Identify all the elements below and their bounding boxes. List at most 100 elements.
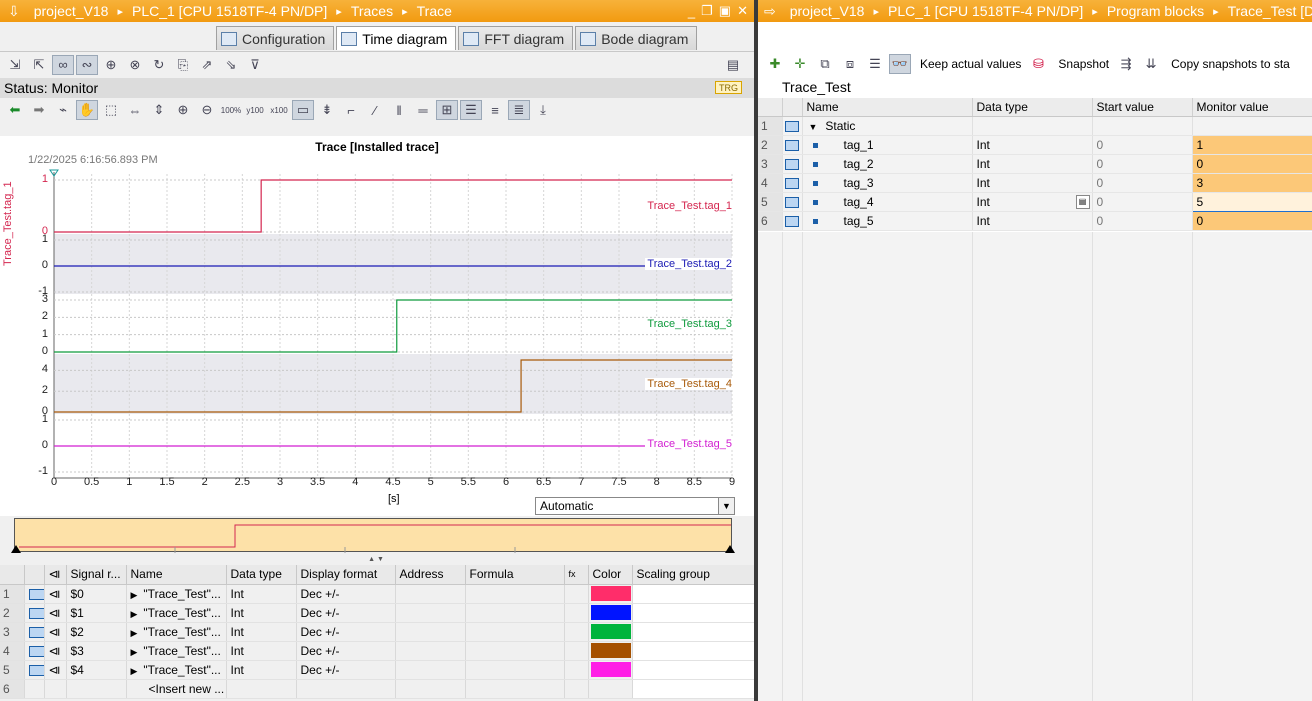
db-type-cell[interactable]: Int xyxy=(972,154,1093,174)
pin-icon[interactable]: ⇩ xyxy=(8,3,20,20)
db-monitor-cell[interactable]: 0 xyxy=(1192,154,1312,174)
expand-arrow-icon[interactable]: ▶ xyxy=(131,609,138,619)
zoom-h-icon[interactable]: ⇔ xyxy=(124,100,146,120)
col-monitor-value[interactable]: Monitor value xyxy=(1192,98,1312,117)
tab-bode-diagram[interactable]: Bode diagram xyxy=(575,26,698,50)
signal-cell[interactable]: $1 xyxy=(66,603,127,623)
snapshot-button[interactable]: Snapshot xyxy=(1058,57,1109,71)
signal-row[interactable]: 5 ⧏ $4 ▶ "Trace_Test"... Int Dec +/- xyxy=(0,660,754,680)
scaling-group-cell[interactable] xyxy=(632,584,754,604)
db-row-group[interactable]: 1 ▼ Static xyxy=(758,116,1312,136)
deactivate-recording-icon[interactable]: ⊗ xyxy=(124,55,146,75)
address-cell[interactable] xyxy=(395,641,466,661)
signal-cell[interactable]: $0 xyxy=(66,584,127,604)
zoom-v-icon[interactable]: ⇕ xyxy=(148,100,170,120)
color-cell[interactable] xyxy=(588,641,633,661)
db-row[interactable]: 4 tag_3 Int 0 3 xyxy=(758,173,1312,193)
address-cell[interactable] xyxy=(395,622,466,642)
splitter-grip[interactable]: ▲ ▼ xyxy=(346,556,406,563)
plot-area[interactable]: 0 0.5 1 1.5 2 2.5 3 3.5 4 4.5 5 5.5 6 6.5 7 7.5 8 8.5 9 1 0 T… xyxy=(0,136,754,516)
tab-time-diagram[interactable]: Time diagram xyxy=(336,26,457,50)
col-data-type[interactable]: Data type xyxy=(972,98,1093,117)
scaling-group-cell[interactable] xyxy=(632,603,754,623)
signal-cell[interactable]: $3 xyxy=(66,641,127,661)
tab-configuration[interactable]: Configuration xyxy=(216,26,335,50)
data-type-cell[interactable]: Int xyxy=(226,641,297,661)
layout-icon[interactable]: ▤ xyxy=(722,55,744,75)
hand-icon[interactable]: ✋ xyxy=(76,100,98,120)
chevron-down-icon[interactable]: ▼ xyxy=(718,498,734,514)
name-cell[interactable]: ▶ "Trace_Test"... xyxy=(126,603,227,623)
col-display-format[interactable]: Display format xyxy=(296,565,396,585)
copy-start-icon[interactable]: ⇊ xyxy=(1140,54,1162,74)
col-name[interactable]: Name xyxy=(126,565,227,585)
address-cell[interactable] xyxy=(395,660,466,680)
zoom-100-icon[interactable]: 100% xyxy=(220,100,242,120)
db-type-cell[interactable]: Int xyxy=(972,211,1093,231)
db-type-cell[interactable] xyxy=(972,116,1093,136)
db-row[interactable]: 3 tag_2 Int 0 0 xyxy=(758,154,1312,174)
name-cell[interactable]: ▶ "Trace_Test"... xyxy=(126,584,227,604)
horizontal-cursor-icon[interactable]: ═ xyxy=(412,100,434,120)
range-end-handle[interactable] xyxy=(725,545,735,553)
align-left-icon[interactable]: ≡ xyxy=(484,100,506,120)
view-all-icon[interactable]: ▭ xyxy=(292,100,314,120)
display-format-cell[interactable]: Dec +/- xyxy=(296,584,396,604)
range-start-handle[interactable] xyxy=(11,545,21,553)
formula-cell[interactable] xyxy=(465,660,565,680)
formula-cell[interactable] xyxy=(465,641,565,661)
signal-cell[interactable]: $4 xyxy=(66,660,127,680)
time-diagram[interactable]: Trace [Installed trace] 1/22/2025 6:16:5… xyxy=(0,136,754,516)
insert-row[interactable]: 6 <Insert new ... xyxy=(0,679,754,699)
col-address[interactable]: Address xyxy=(395,565,466,585)
display-format-cell[interactable]: Dec +/- xyxy=(296,660,396,680)
monitor-off-icon[interactable]: ∾ xyxy=(76,54,98,75)
color-swatch[interactable] xyxy=(590,605,631,620)
line-icon[interactable]: ⁄ xyxy=(364,100,386,120)
col-name[interactable]: Name xyxy=(802,98,973,117)
transfer-to-device-icon[interactable]: ⇲ xyxy=(4,55,26,75)
add-row-icon[interactable]: ✛ xyxy=(789,54,811,74)
x-mode-select[interactable]: Automatic ▼ xyxy=(535,497,735,515)
data-type-cell[interactable]: Int xyxy=(226,603,297,623)
db-start-cell[interactable]: 0 xyxy=(1092,135,1193,155)
stepped-line-icon[interactable]: ⌐ xyxy=(340,100,362,120)
db-start-cell[interactable]: 0 xyxy=(1092,211,1193,231)
expand-arrow-icon[interactable]: ▶ xyxy=(131,628,138,638)
minimize-icon[interactable]: _ xyxy=(688,4,695,19)
col-data-type[interactable]: Data type xyxy=(226,565,297,585)
scaling-group-cell[interactable] xyxy=(632,641,754,661)
col-formula[interactable]: Formula xyxy=(465,565,565,585)
copy-snapshot-icon[interactable]: ⇶ xyxy=(1115,54,1137,74)
signal-row[interactable]: 3 ⧏ $2 ▶ "Trace_Test"... Int Dec +/- xyxy=(0,622,754,642)
data-type-cell[interactable]: Int xyxy=(226,660,297,680)
tab-fft-diagram[interactable]: FFT diagram xyxy=(458,26,574,50)
insert-row-icon[interactable]: ✚ xyxy=(764,54,786,74)
data-type-cell[interactable]: Int xyxy=(226,622,297,642)
vertical-cursor-icon[interactable]: ‖ xyxy=(388,100,410,120)
db-name-cell[interactable]: tag_1 xyxy=(802,135,973,155)
copy-snapshots-button[interactable]: Copy snapshots to sta xyxy=(1171,57,1290,71)
db-row[interactable]: 2 tag_1 Int 0 1 xyxy=(758,135,1312,155)
save-measurement-icon[interactable]: ⎘ xyxy=(172,55,194,75)
signal-row[interactable]: 1 ⧏ $0 ▶ "Trace_Test"... Int Dec +/- xyxy=(0,584,754,604)
activate-recording-icon[interactable]: ⊕ xyxy=(100,55,122,75)
address-cell[interactable] xyxy=(395,584,466,604)
trigger-cursor-icon[interactable]: ⊞ xyxy=(436,100,458,120)
name-cell[interactable]: ▶ "Trace_Test"... xyxy=(126,622,227,642)
signal-cell[interactable]: $2 xyxy=(66,622,127,642)
overview-strip[interactable] xyxy=(11,518,735,553)
zoom-out-icon[interactable]: ⊖ xyxy=(196,100,218,120)
zoom-in-icon[interactable]: ⊕ xyxy=(172,100,194,120)
collapse-arrow-icon[interactable]: ▼ xyxy=(809,122,818,132)
zoom-y-100-icon[interactable]: y100 xyxy=(244,100,266,120)
monitor-on-icon[interactable]: ∞ xyxy=(52,54,74,75)
db-name-cell[interactable]: tag_4 xyxy=(802,192,973,212)
monitor-glasses-icon[interactable]: 👓 xyxy=(889,54,911,74)
db-monitor-cell[interactable]: 5 xyxy=(1191,191,1312,212)
data-type-cell[interactable]: Int xyxy=(226,584,297,604)
formula-editor-icon[interactable]: fx xyxy=(564,565,589,585)
formula-cell[interactable] xyxy=(465,584,565,604)
db-start-cell[interactable] xyxy=(1092,116,1193,136)
export-image-icon[interactable]: ⤓ xyxy=(532,100,554,120)
